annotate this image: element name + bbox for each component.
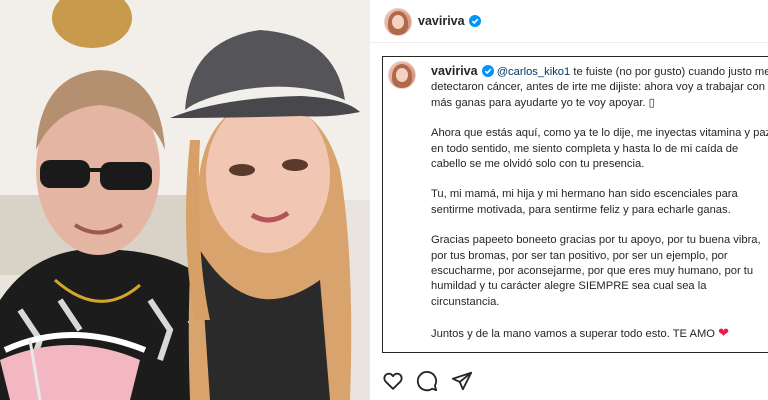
post-panel: vaviriva vaviriva @carlos_kiko1 te fuist…: [370, 0, 768, 400]
caption-paragraph-1: vaviriva @carlos_kiko1 te fuiste (no por…: [431, 64, 768, 111]
post-header: vaviriva: [370, 0, 768, 43]
share-icon[interactable]: [451, 370, 475, 394]
mention-link[interactable]: @carlos_kiko1: [497, 66, 571, 78]
caption-paragraph-4: Gracias papeeto boneeto gracias por tu a…: [431, 234, 761, 308]
caption-avatar[interactable]: [388, 61, 416, 89]
heart-emoji-icon: ❤: [718, 325, 729, 341]
caption-paragraph-5: Juntos y de la mano vamos a superar todo…: [431, 325, 768, 342]
comment-icon[interactable]: [416, 370, 440, 394]
heart-outline-icon[interactable]: [382, 370, 406, 394]
caption-paragraph-2: Ahora que estás aquí, como ya te lo dije…: [431, 127, 768, 171]
post-username[interactable]: vaviriva: [418, 14, 481, 28]
caption-comment: vaviriva @carlos_kiko1 te fuiste (no por…: [382, 56, 768, 353]
verified-badge-icon: [468, 15, 481, 27]
avatar[interactable]: [384, 8, 412, 36]
caption-paragraph-5-text: Juntos y de la mano vamos a superar todo…: [431, 328, 715, 341]
caption-text: vaviriva @carlos_kiko1 te fuiste (no por…: [431, 64, 768, 352]
post-photo: [0, 0, 370, 400]
selfie-image: [0, 0, 370, 400]
verified-badge-icon: [481, 65, 494, 77]
caption-username[interactable]: vaviriva: [431, 64, 478, 78]
caption-paragraph-3: Tu, mi mamá, mi hija y mi hermano han si…: [431, 188, 738, 216]
username-text[interactable]: vaviriva: [418, 14, 465, 28]
